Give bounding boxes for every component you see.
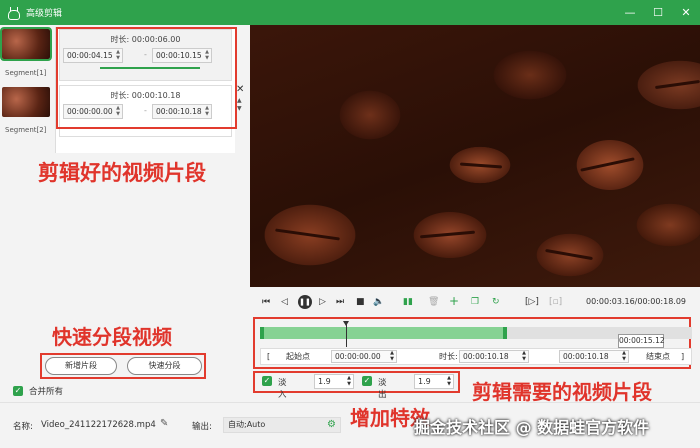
duration-field[interactable]: 00:00:10.18 ▲ ▼ [459, 350, 529, 363]
fullscreen-icon[interactable]: [▫] [549, 297, 562, 307]
time-readout: 00:00:03.16/00:00:18.09 [586, 297, 686, 306]
segment-2-label: Segment[2] [5, 126, 47, 134]
chevron-up-icon[interactable]: ▲ [237, 97, 242, 104]
segment-1-label: Segment[1] [5, 69, 47, 77]
delete-icon[interactable]: 🗑 [428, 297, 439, 307]
fade-in-value[interactable]: 1.9 ▲ ▼ [314, 374, 354, 389]
go-to-end-icon[interactable]: ⏭ [336, 297, 344, 307]
annotation-segments: 剪辑好的视频片段 [38, 161, 206, 185]
segment-2-thumbnail[interactable] [2, 87, 50, 117]
pause-icon[interactable]: ❚❚ [298, 295, 312, 309]
start-point-button[interactable]: 起始点 [286, 351, 310, 363]
output-label: 输出: [192, 422, 212, 432]
start-time-field[interactable]: 00:00:00.00 ▲ ▼ [331, 350, 397, 363]
window-title: 高级剪辑 [26, 9, 63, 19]
go-to-start-icon[interactable]: ⏮ [262, 297, 270, 307]
minimize-icon[interactable]: — [616, 0, 644, 25]
fade-in-checkbox[interactable]: ✓ [262, 376, 272, 386]
segment-1-thumbnail[interactable] [0, 27, 52, 61]
add-icon[interactable]: + [449, 294, 459, 308]
new-segment-button[interactable]: 新增片段 [45, 357, 117, 375]
duration-label: 时长: [439, 352, 458, 361]
watermark-text: 掘金技术社区 @ 数据蛙官方软件 [414, 418, 650, 437]
edit-name-icon[interactable]: ✎ [160, 418, 168, 429]
name-label: 名称: [13, 422, 33, 432]
selected-range[interactable] [260, 327, 507, 339]
maximize-icon[interactable]: ☐ [644, 0, 672, 25]
prev-frame-icon[interactable]: ◁ [281, 297, 288, 307]
time-tooltip: 00:00:15.12 [618, 334, 665, 348]
reset-icon[interactable]: ↻ [492, 297, 500, 307]
video-preview[interactable] [250, 25, 700, 287]
stop-icon[interactable]: ■ [356, 297, 365, 307]
file-name: Video_241122172628.mp4 [41, 420, 156, 430]
fade-out-label: 淡出 [378, 378, 387, 400]
end-point-button[interactable]: 结束点 [646, 351, 670, 363]
playhead[interactable] [343, 321, 349, 347]
annotation-needed-segment: 剪辑需要的视频片段 [472, 380, 652, 404]
title-bar: 高级剪辑 — ☐ ✕ [0, 0, 700, 25]
fade-out-value[interactable]: 1.9 ▲ ▼ [414, 374, 454, 389]
fade-in-label: 淡入 [278, 378, 287, 400]
split-icon[interactable]: ▮▮ [403, 297, 413, 307]
output-setting-field[interactable]: 自动;Auto ⚙ [223, 417, 341, 433]
merge-all-checkbox[interactable]: ✓ [13, 386, 23, 396]
annotation-quick-split: 快速分段视频 [52, 325, 172, 349]
quick-split-button[interactable]: 快速分段 [127, 357, 202, 375]
next-frame-icon[interactable]: ▷ [319, 297, 326, 307]
fade-out-checkbox[interactable]: ✓ [362, 376, 372, 386]
chevron-down-icon[interactable]: ▼ [237, 105, 242, 112]
segment-panel: Segment[1] Segment[2] 时长: 00:00:06.00 00… [0, 25, 250, 402]
close-icon[interactable]: ✕ [672, 0, 700, 25]
merge-all-label: 合并所有 [29, 387, 64, 397]
range-bar: [ 起始点 00:00:00.00 ▲ ▼ 时长: 00:00:10.18 ▲ ▼ 00… [260, 348, 692, 365]
window-controls: — ☐ ✕ [616, 0, 700, 25]
copy-icon[interactable]: ❐ [471, 297, 479, 307]
delete-segment-icon[interactable]: ✕ [236, 84, 244, 95]
bracket-play-icon[interactable]: [▷] [525, 297, 539, 307]
settings-gear-icon[interactable]: ⚙ [327, 418, 336, 432]
volume-icon[interactable]: 🔈 [373, 297, 384, 307]
frog-logo-icon [7, 6, 20, 20]
end-time-field[interactable]: 00:00:10.18 ▲ ▼ [559, 350, 629, 363]
annotation-box-segments [56, 27, 237, 129]
